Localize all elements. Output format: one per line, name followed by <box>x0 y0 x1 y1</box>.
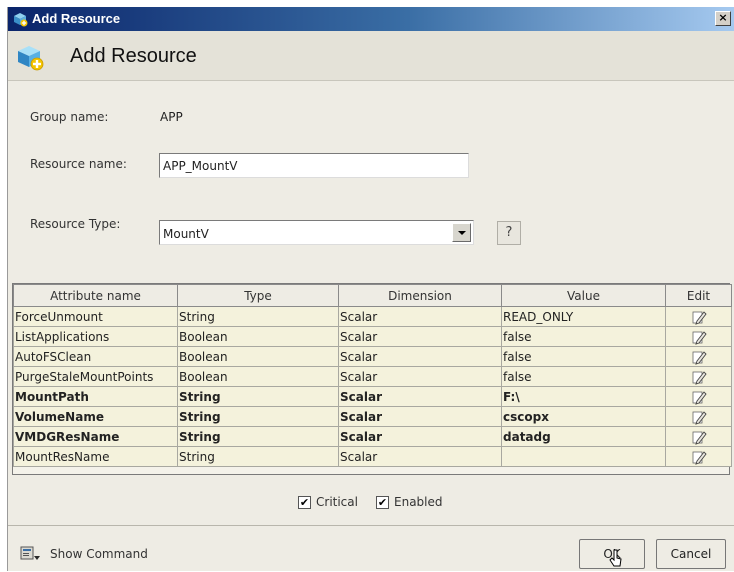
value-cell: false <box>501 326 666 347</box>
chevron-down-icon[interactable] <box>452 223 471 242</box>
footer-divider <box>8 525 734 526</box>
dimension-cell: Scalar <box>338 406 502 427</box>
resource-name-input[interactable]: APP_MountV <box>159 153 469 178</box>
resource-type-help-button[interactable]: ? <box>497 221 521 245</box>
pencil-edit-icon <box>692 310 707 325</box>
edit-cell[interactable] <box>665 326 732 347</box>
checkmark-icon: ✔ <box>299 496 310 509</box>
value-cell <box>501 446 666 467</box>
type-cell: Boolean <box>177 326 339 347</box>
pencil-edit-icon <box>692 450 707 465</box>
help-icon: ? <box>505 225 513 240</box>
pencil-edit-icon <box>692 370 707 385</box>
type-cell: Boolean <box>177 366 339 387</box>
column-header-edit[interactable]: Edit <box>665 284 732 307</box>
group-name-value: APP <box>160 110 183 124</box>
dimension-cell: Scalar <box>338 446 502 467</box>
attribute-name-cell: ListApplications <box>13 326 178 347</box>
value-cell: false <box>501 366 666 387</box>
value-cell: F:\ <box>501 386 666 407</box>
checkmark-icon: ✔ <box>377 496 388 509</box>
resource-type-label: Resource Type: <box>30 217 121 231</box>
dimension-cell: Scalar <box>338 346 502 367</box>
table-row[interactable]: ForceUnmount String Scalar READ_ONLY <box>13 306 732 327</box>
mouse-cursor-icon <box>609 549 622 567</box>
edit-cell[interactable] <box>665 346 732 367</box>
edit-cell[interactable] <box>665 426 732 447</box>
critical-checkbox[interactable]: ✔ <box>298 496 311 509</box>
type-cell: String <box>177 306 339 327</box>
resource-name-label: Resource name: <box>30 157 127 171</box>
edit-cell[interactable] <box>665 406 732 427</box>
attribute-name-cell: MountPath <box>13 386 178 407</box>
table-row[interactable]: VolumeName String Scalar cscopx <box>13 406 732 427</box>
value-cell: READ_ONLY <box>501 306 666 327</box>
column-header-attribute-name[interactable]: Attribute name <box>13 284 178 307</box>
enabled-label: Enabled <box>394 495 443 509</box>
table-row[interactable]: AutoFSClean Boolean Scalar false <box>13 346 732 367</box>
close-icon: × <box>718 11 728 24</box>
table-row[interactable]: MountResName String Scalar <box>13 446 732 467</box>
pencil-edit-icon <box>692 330 707 345</box>
edit-cell[interactable] <box>665 386 732 407</box>
attribute-name-cell: ForceUnmount <box>13 306 178 327</box>
title-bar: Add Resource × <box>8 7 734 31</box>
dialog-heading: Add Resource <box>70 45 197 67</box>
dialog-header: Add Resource <box>8 31 734 81</box>
attributes-table: Attribute name Type Dimension Value Edit… <box>12 283 732 475</box>
critical-label: Critical <box>316 495 358 509</box>
add-resource-dialog: Add Resource × Add Resource Group name: … <box>7 7 734 571</box>
type-cell: Boolean <box>177 346 339 367</box>
show-command-icon[interactable] <box>20 546 42 562</box>
window-title: Add Resource <box>32 11 121 26</box>
edit-cell[interactable] <box>665 446 732 467</box>
dimension-cell: Scalar <box>338 326 502 347</box>
show-command-link[interactable]: Show Command <box>50 547 148 561</box>
table-row[interactable]: MountPath String Scalar F:\ <box>13 386 732 407</box>
value-cell: cscopx <box>501 406 666 427</box>
edit-cell[interactable] <box>665 306 732 327</box>
attribute-name-cell: VolumeName <box>13 406 178 427</box>
attribute-name-cell: MountResName <box>13 446 178 467</box>
table-row[interactable]: PurgeStaleMountPoints Boolean Scalar false <box>13 366 732 387</box>
type-cell: String <box>177 426 339 447</box>
column-header-dimension[interactable]: Dimension <box>338 284 502 307</box>
column-header-value[interactable]: Value <box>501 284 666 307</box>
column-header-type[interactable]: Type <box>177 284 339 307</box>
group-name-label: Group name: <box>30 110 109 124</box>
add-resource-icon <box>18 46 44 71</box>
dimension-cell: Scalar <box>338 366 502 387</box>
table-row[interactable]: VMDGResName String Scalar datadg <box>13 426 732 447</box>
value-cell: false <box>501 346 666 367</box>
dimension-cell: Scalar <box>338 306 502 327</box>
attribute-name-cell: AutoFSClean <box>13 346 178 367</box>
pencil-edit-icon <box>692 350 707 365</box>
resource-type-select[interactable]: MountV <box>159 220 474 245</box>
pencil-edit-icon <box>692 390 707 405</box>
dimension-cell: Scalar <box>338 386 502 407</box>
resource-type-value: MountV <box>163 227 209 241</box>
pencil-edit-icon <box>692 430 707 445</box>
table-row[interactable]: ListApplications Boolean Scalar false <box>13 326 732 347</box>
edit-cell[interactable] <box>665 366 732 387</box>
type-cell: String <box>177 386 339 407</box>
type-cell: String <box>177 446 339 467</box>
table-header-row: Attribute name Type Dimension Value Edit <box>13 284 732 307</box>
type-cell: String <box>177 406 339 427</box>
add-resource-icon <box>14 13 28 27</box>
dimension-cell: Scalar <box>338 426 502 447</box>
close-button[interactable]: × <box>715 11 731 26</box>
attribute-name-cell: PurgeStaleMountPoints <box>13 366 178 387</box>
cancel-button[interactable]: Cancel <box>656 539 726 569</box>
enabled-checkbox[interactable]: ✔ <box>376 496 389 509</box>
pencil-edit-icon <box>692 410 707 425</box>
value-cell: datadg <box>501 426 666 447</box>
attribute-name-cell: VMDGResName <box>13 426 178 447</box>
